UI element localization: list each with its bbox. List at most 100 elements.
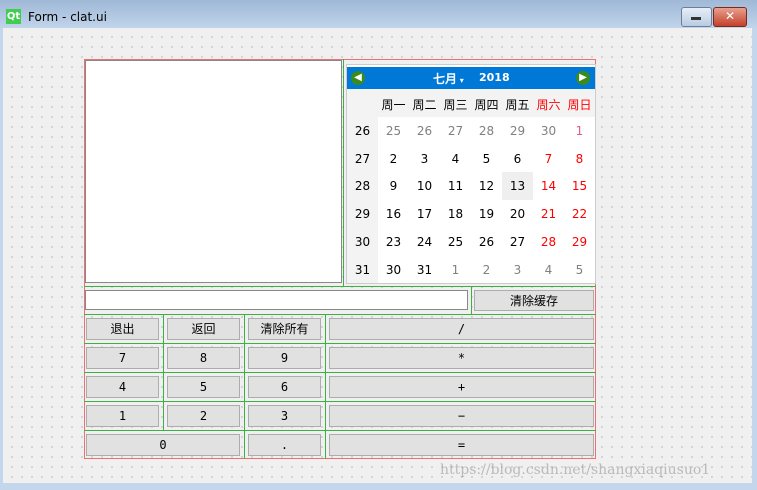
calendar-day[interactable]: 29	[502, 117, 533, 145]
calendar-widget[interactable]: ◀ 七月 ▾ 2018 ▶ 周一 周二 周三 周四 周五 周六 周日 26 25 26 27 28 29…	[346, 64, 596, 284]
digit-7-button[interactable]: 7	[86, 347, 159, 369]
qt-logo-icon: Qt	[6, 9, 21, 24]
digit-5-button[interactable]: 5	[167, 376, 240, 398]
week-number: 27	[354, 151, 371, 166]
calendar-day[interactable]: 14	[533, 172, 564, 200]
digit-1-button[interactable]: 1	[86, 405, 159, 427]
layout-line	[84, 430, 596, 431]
calendar-day[interactable]: 1	[564, 117, 595, 145]
calendar-day[interactable]: 26	[409, 117, 440, 145]
month-selector[interactable]: 七月 ▾	[433, 70, 464, 87]
calendar-day[interactable]: 17	[409, 200, 440, 228]
calendar-day[interactable]: 5	[471, 145, 502, 173]
calendar-day[interactable]: 9	[378, 172, 409, 200]
calendar-day[interactable]: 28	[533, 228, 564, 256]
weekday-label: 周三	[443, 98, 468, 112]
calendar-day[interactable]: 27	[502, 228, 533, 256]
layout-line	[84, 372, 596, 373]
digit-8-button[interactable]: 8	[167, 347, 240, 369]
layout-line	[84, 314, 596, 315]
calendar-day[interactable]: 5	[564, 256, 595, 284]
calendar-day[interactable]: 21	[533, 200, 564, 228]
calendar-day[interactable]: 27	[440, 117, 471, 145]
digit-6-button[interactable]: 6	[248, 376, 321, 398]
week-number: 26	[354, 124, 371, 138]
layout-line	[244, 314, 245, 459]
clear-all-button[interactable]: 清除所有	[248, 318, 321, 340]
window-title: Form - clat.ui	[28, 10, 107, 24]
calendar-day[interactable]: 6	[502, 145, 533, 173]
subtract-button[interactable]: −	[329, 405, 594, 427]
calendar-day[interactable]: 18	[440, 200, 471, 228]
calendar-day[interactable]: 15	[564, 172, 595, 200]
decimal-point-button[interactable]: .	[248, 434, 321, 456]
calendar-day[interactable]: 26	[471, 228, 502, 256]
calendar-day[interactable]: 25	[440, 228, 471, 256]
week-number: 30	[354, 234, 371, 249]
layout-line	[84, 286, 596, 287]
digit-0-button[interactable]: 0	[86, 434, 240, 456]
calendar-day[interactable]: 8	[564, 145, 595, 173]
calendar-day[interactable]: 13	[502, 172, 533, 201]
week-number: 31	[354, 262, 371, 277]
close-icon: ✕	[724, 9, 736, 23]
weekday-label: 周日	[567, 98, 592, 112]
calendar-day[interactable]: 25	[378, 117, 409, 145]
calendar-day[interactable]: 24	[409, 228, 440, 256]
weekday-label: 周五	[505, 98, 530, 112]
text-display[interactable]	[85, 60, 342, 283]
layout-line	[84, 401, 596, 402]
digit-9-button[interactable]: 9	[248, 347, 321, 369]
calendar-day[interactable]: 23	[378, 228, 409, 256]
week-number: 29	[354, 207, 371, 222]
minimize-icon	[691, 17, 701, 20]
calendar-day[interactable]: 28	[471, 117, 502, 145]
calendar-day[interactable]: 22	[564, 200, 595, 228]
calendar-day[interactable]: 16	[378, 200, 409, 228]
calendar-day[interactable]: 11	[440, 172, 471, 200]
prev-month-button[interactable]: ◀	[351, 71, 365, 85]
digit-3-button[interactable]: 3	[248, 405, 321, 427]
next-month-button[interactable]: ▶	[576, 71, 590, 85]
calendar-day[interactable]: 19	[471, 200, 502, 228]
digit-2-button[interactable]: 2	[167, 405, 240, 427]
expression-input[interactable]	[85, 290, 468, 310]
week-number: 28	[354, 179, 371, 194]
calendar-day[interactable]: 7	[533, 145, 564, 173]
layout-line	[343, 59, 344, 286]
calendar-day[interactable]: 20	[502, 200, 533, 228]
layout-line	[471, 286, 472, 314]
calendar-day[interactable]: 10	[409, 172, 440, 200]
calendar-day[interactable]: 29	[564, 228, 595, 256]
calendar-day[interactable]: 31	[409, 256, 440, 284]
calendar-day[interactable]: 3	[502, 256, 533, 284]
layout-line	[163, 314, 164, 430]
calendar-day[interactable]: 4	[440, 145, 471, 173]
close-button[interactable]: ✕	[713, 7, 747, 27]
chevron-down-icon: ▾	[457, 76, 464, 85]
divide-button[interactable]: /	[329, 318, 594, 340]
equals-button[interactable]: =	[329, 434, 594, 456]
digit-4-button[interactable]: 4	[86, 376, 159, 398]
multiply-button[interactable]: *	[329, 347, 594, 369]
calendar-day[interactable]: 1	[440, 256, 471, 284]
minimize-button[interactable]	[681, 7, 712, 27]
layout-line	[84, 343, 596, 344]
clear-cache-button[interactable]: 清除缓存	[474, 290, 594, 311]
calendar-day[interactable]: 30	[533, 117, 564, 145]
back-button[interactable]: 返回	[167, 318, 240, 340]
calendar-day[interactable]: 2	[471, 256, 502, 284]
calendar-day[interactable]: 12	[471, 172, 502, 200]
weekday-label: 周一	[381, 98, 406, 112]
layout-line	[325, 314, 326, 459]
weekday-label: 周四	[474, 98, 499, 112]
calendar-day[interactable]: 2	[378, 145, 409, 173]
calendar-day[interactable]: 4	[533, 256, 564, 284]
year-selector[interactable]: 2018	[479, 71, 510, 84]
add-button[interactable]: +	[329, 376, 594, 398]
weekday-label: 周二	[412, 98, 437, 112]
calendar-day[interactable]: 30	[378, 256, 409, 284]
calendar-day[interactable]: 3	[409, 145, 440, 173]
exit-button[interactable]: 退出	[86, 318, 159, 340]
weekday-label: 周六	[536, 98, 561, 112]
